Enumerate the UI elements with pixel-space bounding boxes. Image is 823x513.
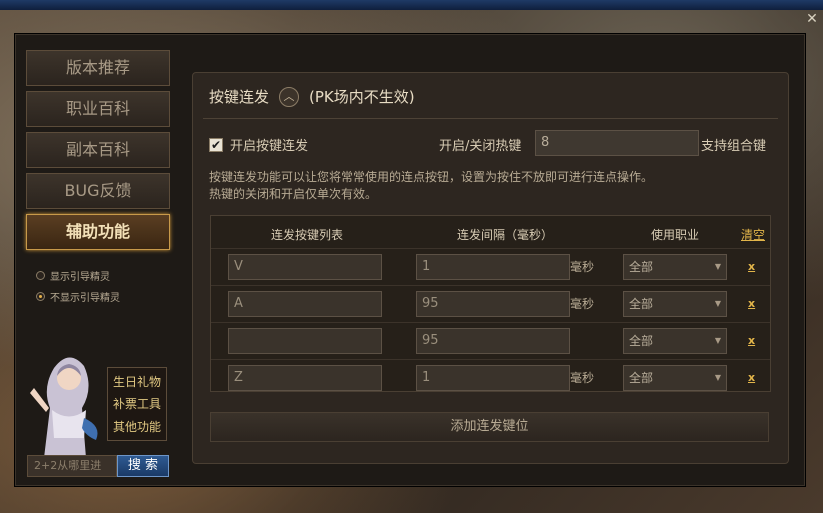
column-header-keys: 连发按键列表 — [271, 228, 344, 242]
close-icon[interactable]: ✕ — [805, 12, 819, 26]
enable-autofire-label: 开启按键连发 — [230, 139, 309, 154]
search-input[interactable]: 2+2从哪里进 — [27, 455, 117, 477]
table-row: V 1 毫秒 全部 ▼ x — [211, 248, 770, 286]
autofire-table: 连发按键列表 连发间隔（毫秒） 使用职业 清空 V 1 毫秒 全部 ▼ x A 9… — [210, 215, 771, 392]
dropdown-arrow-icon: ▼ — [714, 262, 721, 271]
radio-button[interactable] — [36, 271, 45, 280]
interval-input[interactable]: 95 — [416, 291, 570, 317]
sidebar-item-dungeon-wiki[interactable]: 副本百科 — [26, 132, 170, 168]
link-ticket-tool[interactable]: 补票工具 — [113, 395, 161, 412]
class-select-value: 全部 — [629, 371, 654, 385]
radio-show-guide[interactable]: 显示引导精灵 — [36, 268, 110, 283]
assist-content-panel: 按键连发 ︿ (PK场内不生效) ✔ 开启按键连发 开启/关闭热键 8 支持组合… — [192, 72, 789, 464]
interval-input[interactable]: 1 — [416, 365, 570, 391]
add-autofire-key-button[interactable]: 添加连发键位 — [210, 412, 769, 442]
enable-autofire-row[interactable]: ✔ 开启按键连发 — [209, 135, 308, 154]
section-note: (PK场内不生效) — [309, 88, 415, 106]
column-header-class: 使用职业 — [651, 228, 700, 242]
key-input[interactable] — [228, 328, 382, 354]
class-select-value: 全部 — [629, 260, 654, 274]
column-header-interval: 连发间隔（毫秒） — [457, 228, 554, 242]
sidebar-item-assist[interactable]: 辅助功能 — [26, 214, 170, 250]
sidebar-item-bug-report[interactable]: BUG反馈 — [26, 173, 170, 209]
class-select[interactable]: 全部 ▼ — [623, 328, 727, 354]
key-input[interactable]: Z — [228, 365, 382, 391]
enable-autofire-checkbox[interactable]: ✔ — [209, 137, 223, 152]
radio-label: 不显示引导精灵 — [50, 293, 120, 304]
description-line: 按键连发功能可以让您将常常使用的连点按钮，设置为按住不放即可进行连点操作。 — [209, 170, 654, 184]
class-select-value: 全部 — [629, 334, 654, 348]
sidebar-item-class-wiki[interactable]: 职业百科 — [26, 91, 170, 127]
section-title: 按键连发 — [209, 88, 270, 106]
delete-row-button[interactable]: x — [748, 334, 755, 347]
dropdown-arrow-icon: ▼ — [714, 299, 721, 308]
key-input[interactable]: V — [228, 254, 382, 280]
interval-input[interactable]: 95 — [416, 328, 570, 354]
sidebar-item-version[interactable]: 版本推荐 — [26, 50, 170, 86]
clear-button[interactable]: 清空 — [741, 226, 765, 243]
unit-label: 毫秒 — [570, 260, 595, 274]
class-select[interactable]: 全部 ▼ — [623, 254, 727, 280]
table-row: A 95 毫秒 全部 ▼ x — [211, 285, 770, 323]
unit-label: 毫秒 — [570, 371, 595, 385]
search-button[interactable]: 搜 索 — [117, 455, 169, 477]
dropdown-arrow-icon: ▼ — [714, 373, 721, 382]
delete-row-button[interactable]: x — [748, 260, 755, 273]
description-line: 热键的关闭和开启仅单次有效。 — [209, 187, 378, 201]
table-row: Z 1 毫秒 全部 ▼ x — [211, 359, 770, 397]
guide-character-illustration — [30, 357, 98, 458]
radio-hide-guide[interactable]: 不显示引导精灵 — [36, 289, 120, 304]
key-input[interactable]: A — [228, 291, 382, 317]
radio-label: 显示引导精灵 — [50, 272, 110, 283]
section-header: 按键连发 ︿ (PK场内不生效) — [209, 86, 415, 107]
interval-input[interactable]: 1 — [416, 254, 570, 280]
side-links-panel: 生日礼物 补票工具 其他功能 — [107, 367, 167, 441]
divider — [203, 118, 778, 119]
delete-row-button[interactable]: x — [748, 371, 755, 384]
hotkey-note: 支持组合键 — [701, 139, 767, 154]
window-top-bar — [0, 0, 823, 10]
hotkey-label: 开启/关闭热键 — [439, 139, 522, 154]
hotkey-input[interactable]: 8 — [535, 130, 699, 156]
table-row: 95 全部 ▼ x — [211, 322, 770, 360]
link-birthday-gift[interactable]: 生日礼物 — [113, 373, 161, 390]
description: 按键连发功能可以让您将常常使用的连点按钮，设置为按住不放即可进行连点操作。 热键… — [209, 169, 769, 203]
link-other-functions[interactable]: 其他功能 — [113, 418, 161, 435]
collapse-chevron-up-icon[interactable]: ︿ — [279, 86, 300, 107]
unit-label: 毫秒 — [570, 297, 595, 311]
class-select[interactable]: 全部 ▼ — [623, 365, 727, 391]
dropdown-arrow-icon: ▼ — [714, 336, 721, 345]
class-select[interactable]: 全部 ▼ — [623, 291, 727, 317]
class-select-value: 全部 — [629, 297, 654, 311]
sidebar: 版本推荐 职业百科 副本百科 BUG反馈 辅助功能 — [26, 50, 170, 255]
delete-row-button[interactable]: x — [748, 297, 755, 310]
radio-button[interactable] — [36, 292, 45, 301]
